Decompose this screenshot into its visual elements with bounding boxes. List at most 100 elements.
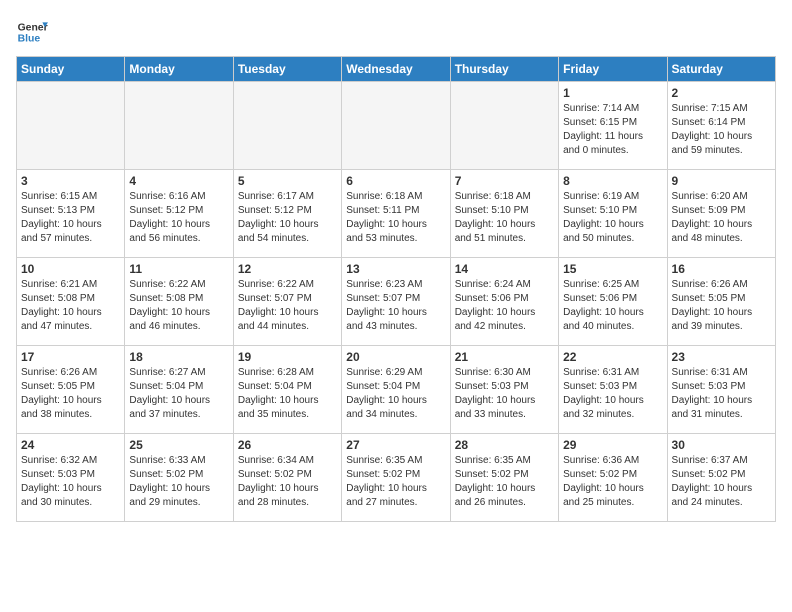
day-number: 19 (238, 350, 337, 364)
day-number: 24 (21, 438, 120, 452)
day-number: 23 (672, 350, 771, 364)
logo: General Blue (16, 16, 48, 48)
day-info: Sunrise: 6:36 AM Sunset: 5:02 PM Dayligh… (563, 454, 662, 510)
calendar-cell (342, 82, 450, 170)
weekday-header-wednesday: Wednesday (342, 57, 450, 82)
calendar-cell: 22 Sunrise: 6:31 AM Sunset: 5:03 PM Dayli… (559, 346, 667, 434)
day-number: 17 (21, 350, 120, 364)
day-info: Sunrise: 7:15 AM Sunset: 6:14 PM Dayligh… (672, 102, 771, 158)
calendar-cell: 29 Sunrise: 6:36 AM Sunset: 5:02 PM Dayli… (559, 434, 667, 522)
day-number: 30 (672, 438, 771, 452)
week-row-0: 1 Sunrise: 7:14 AM Sunset: 6:15 PM Daylig… (17, 82, 776, 170)
calendar-cell: 5 Sunrise: 6:17 AM Sunset: 5:12 PM Daylig… (233, 170, 341, 258)
day-number: 27 (346, 438, 445, 452)
weekday-header-friday: Friday (559, 57, 667, 82)
calendar-cell: 4 Sunrise: 6:16 AM Sunset: 5:12 PM Daylig… (125, 170, 233, 258)
day-info: Sunrise: 6:33 AM Sunset: 5:02 PM Dayligh… (129, 454, 228, 510)
day-number: 14 (455, 262, 554, 276)
day-info: Sunrise: 6:35 AM Sunset: 5:02 PM Dayligh… (346, 454, 445, 510)
week-row-1: 3 Sunrise: 6:15 AM Sunset: 5:13 PM Daylig… (17, 170, 776, 258)
calendar-cell: 24 Sunrise: 6:32 AM Sunset: 5:03 PM Dayli… (17, 434, 125, 522)
calendar-cell: 1 Sunrise: 7:14 AM Sunset: 6:15 PM Daylig… (559, 82, 667, 170)
weekday-header-tuesday: Tuesday (233, 57, 341, 82)
calendar: SundayMondayTuesdayWednesdayThursdayFrid… (16, 56, 776, 522)
day-info: Sunrise: 6:21 AM Sunset: 5:08 PM Dayligh… (21, 278, 120, 334)
calendar-cell (450, 82, 558, 170)
calendar-cell: 14 Sunrise: 6:24 AM Sunset: 5:06 PM Dayli… (450, 258, 558, 346)
calendar-cell: 19 Sunrise: 6:28 AM Sunset: 5:04 PM Dayli… (233, 346, 341, 434)
day-number: 22 (563, 350, 662, 364)
weekday-header-sunday: Sunday (17, 57, 125, 82)
day-number: 25 (129, 438, 228, 452)
calendar-cell: 20 Sunrise: 6:29 AM Sunset: 5:04 PM Dayli… (342, 346, 450, 434)
day-number: 9 (672, 174, 771, 188)
day-number: 15 (563, 262, 662, 276)
day-number: 13 (346, 262, 445, 276)
day-number: 26 (238, 438, 337, 452)
day-number: 21 (455, 350, 554, 364)
day-info: Sunrise: 6:16 AM Sunset: 5:12 PM Dayligh… (129, 190, 228, 246)
day-info: Sunrise: 6:19 AM Sunset: 5:10 PM Dayligh… (563, 190, 662, 246)
day-info: Sunrise: 6:31 AM Sunset: 5:03 PM Dayligh… (672, 366, 771, 422)
day-number: 7 (455, 174, 554, 188)
weekday-header-row: SundayMondayTuesdayWednesdayThursdayFrid… (17, 57, 776, 82)
day-info: Sunrise: 6:20 AM Sunset: 5:09 PM Dayligh… (672, 190, 771, 246)
day-info: Sunrise: 6:27 AM Sunset: 5:04 PM Dayligh… (129, 366, 228, 422)
day-info: Sunrise: 6:18 AM Sunset: 5:11 PM Dayligh… (346, 190, 445, 246)
day-info: Sunrise: 6:15 AM Sunset: 5:13 PM Dayligh… (21, 190, 120, 246)
day-number: 16 (672, 262, 771, 276)
week-row-3: 17 Sunrise: 6:26 AM Sunset: 5:05 PM Dayli… (17, 346, 776, 434)
day-info: Sunrise: 6:35 AM Sunset: 5:02 PM Dayligh… (455, 454, 554, 510)
calendar-cell: 2Sunrise: 7:15 AM Sunset: 6:14 PM Daylig… (667, 82, 775, 170)
calendar-cell: 30 Sunrise: 6:37 AM Sunset: 5:02 PM Dayli… (667, 434, 775, 522)
calendar-cell: 16Sunrise: 6:26 AM Sunset: 5:05 PM Dayli… (667, 258, 775, 346)
calendar-cell: 25 Sunrise: 6:33 AM Sunset: 5:02 PM Dayli… (125, 434, 233, 522)
calendar-cell: 13Sunrise: 6:23 AM Sunset: 5:07 PM Dayli… (342, 258, 450, 346)
calendar-cell (233, 82, 341, 170)
day-info: Sunrise: 6:37 AM Sunset: 5:02 PM Dayligh… (672, 454, 771, 510)
day-number: 12 (238, 262, 337, 276)
calendar-cell: 26 Sunrise: 6:34 AM Sunset: 5:02 PM Dayli… (233, 434, 341, 522)
weekday-header-saturday: Saturday (667, 57, 775, 82)
calendar-cell: 11 Sunrise: 6:22 AM Sunset: 5:08 PM Dayli… (125, 258, 233, 346)
day-info: Sunrise: 6:25 AM Sunset: 5:06 PM Dayligh… (563, 278, 662, 334)
calendar-cell: 9 Sunrise: 6:20 AM Sunset: 5:09 PM Daylig… (667, 170, 775, 258)
calendar-cell (125, 82, 233, 170)
day-number: 29 (563, 438, 662, 452)
day-info: Sunrise: 6:30 AM Sunset: 5:03 PM Dayligh… (455, 366, 554, 422)
day-number: 4 (129, 174, 228, 188)
day-info: Sunrise: 7:14 AM Sunset: 6:15 PM Dayligh… (563, 102, 662, 158)
calendar-cell: 17 Sunrise: 6:26 AM Sunset: 5:05 PM Dayli… (17, 346, 125, 434)
day-info: Sunrise: 6:24 AM Sunset: 5:06 PM Dayligh… (455, 278, 554, 334)
calendar-cell: 23 Sunrise: 6:31 AM Sunset: 5:03 PM Dayli… (667, 346, 775, 434)
day-info: Sunrise: 6:17 AM Sunset: 5:12 PM Dayligh… (238, 190, 337, 246)
day-info: Sunrise: 6:22 AM Sunset: 5:08 PM Dayligh… (129, 278, 228, 334)
day-info: Sunrise: 6:34 AM Sunset: 5:02 PM Dayligh… (238, 454, 337, 510)
calendar-cell: 15 Sunrise: 6:25 AM Sunset: 5:06 PM Dayli… (559, 258, 667, 346)
day-info: Sunrise: 6:31 AM Sunset: 5:03 PM Dayligh… (563, 366, 662, 422)
weekday-header-thursday: Thursday (450, 57, 558, 82)
day-number: 3 (21, 174, 120, 188)
day-number: 6 (346, 174, 445, 188)
day-info: Sunrise: 6:18 AM Sunset: 5:10 PM Dayligh… (455, 190, 554, 246)
calendar-cell (17, 82, 125, 170)
calendar-cell: 28Sunrise: 6:35 AM Sunset: 5:02 PM Dayli… (450, 434, 558, 522)
calendar-cell: 10 Sunrise: 6:21 AM Sunset: 5:08 PM Dayli… (17, 258, 125, 346)
calendar-cell: 18Sunrise: 6:27 AM Sunset: 5:04 PM Dayli… (125, 346, 233, 434)
day-number: 5 (238, 174, 337, 188)
day-number: 20 (346, 350, 445, 364)
day-number: 8 (563, 174, 662, 188)
weekday-header-monday: Monday (125, 57, 233, 82)
day-info: Sunrise: 6:28 AM Sunset: 5:04 PM Dayligh… (238, 366, 337, 422)
calendar-cell: 7 Sunrise: 6:18 AM Sunset: 5:10 PM Daylig… (450, 170, 558, 258)
day-info: Sunrise: 6:32 AM Sunset: 5:03 PM Dayligh… (21, 454, 120, 510)
calendar-cell: 3 Sunrise: 6:15 AM Sunset: 5:13 PM Daylig… (17, 170, 125, 258)
calendar-cell: 21 Sunrise: 6:30 AM Sunset: 5:03 PM Dayli… (450, 346, 558, 434)
week-row-2: 10 Sunrise: 6:21 AM Sunset: 5:08 PM Dayli… (17, 258, 776, 346)
day-number: 10 (21, 262, 120, 276)
day-info: Sunrise: 6:29 AM Sunset: 5:04 PM Dayligh… (346, 366, 445, 422)
day-info: Sunrise: 6:26 AM Sunset: 5:05 PM Dayligh… (21, 366, 120, 422)
day-info: Sunrise: 6:22 AM Sunset: 5:07 PM Dayligh… (238, 278, 337, 334)
day-number: 11 (129, 262, 228, 276)
day-number: 1 (563, 86, 662, 100)
